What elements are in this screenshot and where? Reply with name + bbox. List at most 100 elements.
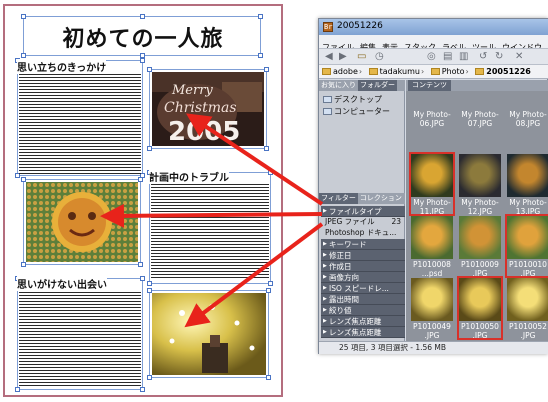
- folder-icon: [430, 68, 440, 75]
- content-panel: コンテンツ My Photo- 06.JPG My Photo- 07.JPG My…: [406, 80, 548, 342]
- desktop-icon: [323, 96, 332, 103]
- folder-icon[interactable]: ▭: [357, 51, 366, 63]
- filter-row-label: ISO スピードレ...: [329, 284, 389, 293]
- thumbnail-caption: My Photo- 08.JPG: [509, 110, 547, 128]
- thumbnail-image[interactable]: [459, 216, 501, 259]
- light-show-photo: [152, 293, 266, 375]
- nav-item-label: コンピューター: [334, 107, 390, 116]
- sunflower-face-photo: [26, 182, 138, 262]
- bridge-window: Br 20051226 ファイル 編集 表示 スタック ラベル ツール ウインドウ ◀ ▶ …: [318, 18, 548, 354]
- tab-collections[interactable]: コレクション: [358, 193, 404, 204]
- open-recent-icon[interactable]: ▥: [459, 51, 468, 63]
- filter-row-label: 作成日: [329, 262, 352, 271]
- folder-icon: [475, 68, 485, 75]
- page-title: 初めての一人旅: [62, 26, 224, 52]
- rotate-left-icon[interactable]: ↺: [479, 51, 487, 63]
- path-segment-current[interactable]: 20051226: [486, 67, 531, 76]
- filter-row-count: 23: [391, 217, 401, 226]
- menu-file[interactable]: ファイル: [319, 41, 357, 48]
- tab-content[interactable]: コンテンツ: [408, 80, 451, 91]
- thumbnail-caption: My Photo- 06.JPG: [413, 110, 451, 128]
- thumbnail-caption: My Photo- 12.JPG: [461, 198, 499, 216]
- filter-row[interactable]: 露出時間: [321, 294, 405, 305]
- filter-row[interactable]: キーワード: [321, 239, 405, 250]
- content-tab-bar: コンテンツ: [406, 80, 548, 91]
- filter-row-label: Photoshop ドキュ...: [325, 228, 397, 237]
- title-text-frame[interactable]: 初めての一人旅: [21, 14, 263, 58]
- filter-row[interactable]: レンズ焦点距離: [321, 316, 405, 327]
- body-text-section-2: [151, 184, 269, 280]
- menu-bar: ファイル 編集 表示 スタック ラベル ツール ウインドウ: [319, 35, 548, 49]
- body-text-section-1: [19, 74, 141, 174]
- filter-row-label: JPEG ファイル: [325, 217, 375, 226]
- filter-row[interactable]: レンズ焦点距離: [321, 327, 405, 338]
- menu-label[interactable]: ラベル: [439, 41, 469, 48]
- screenshot-stage: 初めての一人旅 思い立ちのきっかけ Merry Christmas 2005 計…: [0, 0, 548, 402]
- path-segment-user[interactable]: tadakumu: [380, 67, 420, 76]
- camera-icon[interactable]: ◎: [427, 51, 436, 63]
- folder-icon: [368, 68, 378, 75]
- nav-item-desktop[interactable]: デスクトップ: [323, 94, 382, 105]
- tab-folders[interactable]: フォルダー: [358, 80, 397, 91]
- filter-tabs: フィルター コレクション: [319, 193, 405, 204]
- tab-favorites[interactable]: お気に入り: [319, 80, 358, 91]
- folder-icon: [322, 68, 331, 75]
- filter-row[interactable]: 修正日: [321, 250, 405, 261]
- selection-highlight: [457, 276, 503, 340]
- back-icon[interactable]: ◀: [325, 51, 333, 63]
- nav-item-computer[interactable]: コンピューター: [323, 106, 390, 117]
- filter-row-label: レンズ焦点距離: [329, 328, 382, 337]
- filter-row-label: 画像方向: [329, 273, 359, 282]
- menu-edit[interactable]: 編集: [357, 41, 379, 48]
- path-segment-adobe[interactable]: adobe: [333, 67, 358, 76]
- thumbnail-caption: P1010052 .JPG: [509, 322, 547, 340]
- window-title: 20051226: [337, 21, 383, 31]
- status-bar: 25 項目, 3 項目選択 - 1.56 MB: [319, 341, 548, 354]
- thumbnail-image[interactable]: [507, 154, 548, 197]
- thumbnail-image[interactable]: [507, 278, 548, 321]
- heading-section-3: 思いがけない出会い: [17, 276, 107, 291]
- forward-icon[interactable]: ▶: [339, 51, 347, 63]
- recent-icon[interactable]: ◷: [375, 51, 384, 63]
- breadcrumb: adobe› tadakumu› Photo› 20051226: [319, 65, 548, 79]
- filter-row[interactable]: ファイルタイプ: [321, 206, 405, 217]
- svg-text:Merry: Merry: [171, 83, 213, 98]
- filter-row[interactable]: 絞り値: [321, 305, 405, 316]
- menu-view[interactable]: 表示: [379, 41, 401, 48]
- filter-row[interactable]: JPEG ファイル 23: [321, 217, 405, 227]
- menu-tools[interactable]: ツール: [469, 41, 499, 48]
- menu-stack[interactable]: スタック: [401, 41, 439, 48]
- window-titlebar[interactable]: Br 20051226: [319, 19, 548, 35]
- svg-text:2005: 2005: [168, 117, 240, 146]
- filter-row-label: キーワード: [329, 240, 367, 249]
- delete-icon[interactable]: ✕: [515, 51, 523, 63]
- filter-row[interactable]: Photoshop ドキュ...: [321, 228, 405, 238]
- filter-row-label: 絞り値: [329, 306, 352, 315]
- thumbnail-caption: P1010008 ...psd: [413, 260, 451, 278]
- path-segment-photo[interactable]: Photo: [442, 67, 465, 76]
- thumbnail-image[interactable]: [411, 278, 453, 321]
- toolbar: ◀ ▶ ▭ ◷ ◎ ▤ ▥ ↺ ↻ ✕: [319, 49, 548, 65]
- filter-row[interactable]: 作成日: [321, 261, 405, 272]
- selection-highlight: [409, 152, 455, 216]
- menu-window[interactable]: ウインドウ: [499, 41, 545, 48]
- heading-section-1: 思い立ちのきっかけ: [17, 59, 107, 74]
- filter-row[interactable]: 画像方向: [321, 272, 405, 283]
- filter-row-label: レンズ焦点距離: [329, 317, 382, 326]
- body-text-section-3: [19, 292, 141, 386]
- rotate-right-icon[interactable]: ↻: [495, 51, 503, 63]
- filter-row-label: 修正日: [329, 251, 352, 260]
- selection-highlight: [505, 214, 548, 278]
- merry-christmas-2005-photo: Merry Christmas 2005: [152, 72, 264, 146]
- thumbnail-image[interactable]: [411, 216, 453, 259]
- left-panel: お気に入りフォルダー デスクトップ コンピューター フィルターコレクション ファ…: [319, 80, 405, 342]
- bridge-app-icon: Br: [323, 22, 333, 32]
- tab-filter[interactable]: フィルター: [319, 193, 358, 204]
- filter-row-label: ファイルタイプ: [329, 207, 382, 216]
- computer-icon: [323, 108, 332, 115]
- refine-icon[interactable]: ▤: [443, 51, 452, 63]
- filter-row[interactable]: ISO スピードレ...: [321, 283, 405, 294]
- nav-item-label: デスクトップ: [334, 95, 382, 104]
- thumbnail-image[interactable]: [459, 154, 501, 197]
- thumbnail-caption: My Photo- 07.JPG: [461, 110, 499, 128]
